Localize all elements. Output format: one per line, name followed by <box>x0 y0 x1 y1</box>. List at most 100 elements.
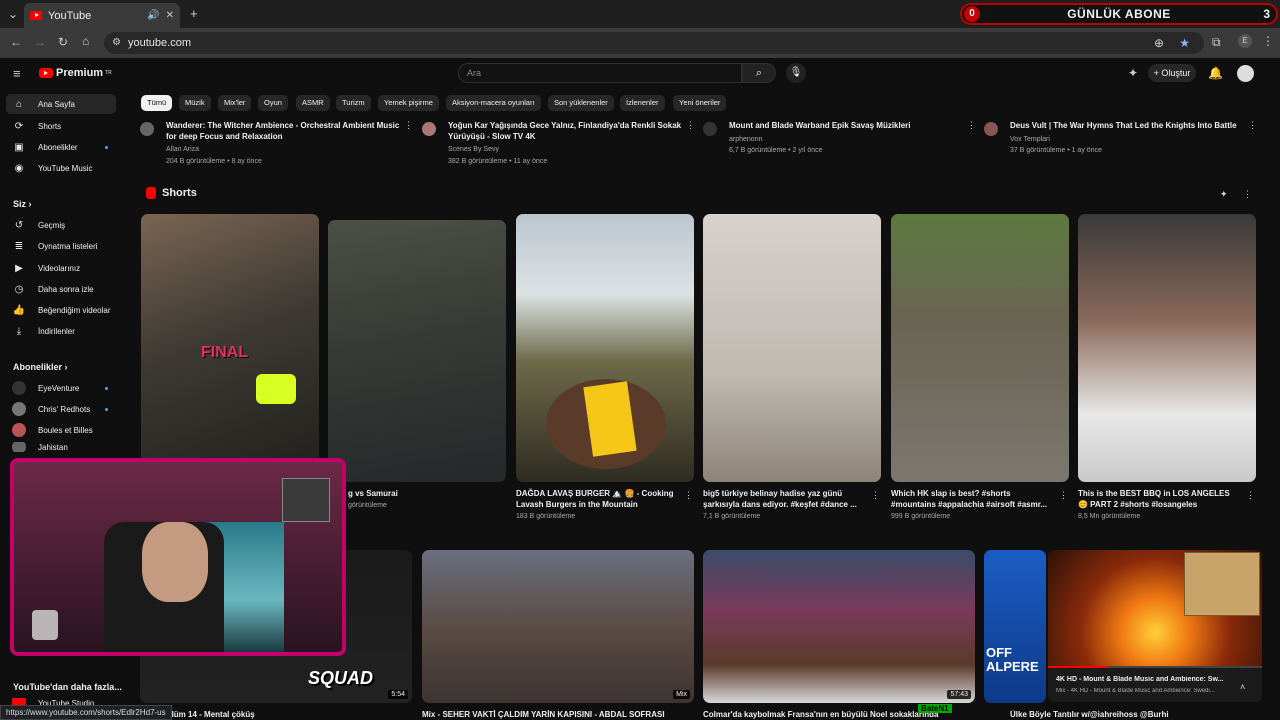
sidebar-item-watch-later[interactable]: ◷ Daha sonra izle <box>6 279 116 299</box>
chip-tourism[interactable]: Turizm <box>336 95 371 111</box>
short-thumbnail[interactable]: FINAL <box>141 214 319 482</box>
account-avatar[interactable] <box>1237 65 1254 82</box>
more-options-icon[interactable]: ⋮ <box>967 120 976 131</box>
video-title[interactable]: Yoğun Kar Yağışında Gece Yalnız, Finland… <box>448 120 688 142</box>
sidebar-item-liked[interactable]: 👍 Beğendiğim videolar <box>6 300 116 320</box>
short-thumbnail[interactable] <box>1078 214 1256 482</box>
zoom-icon[interactable]: ⊕ <box>1154 32 1164 54</box>
channel-name[interactable]: arphenonn <box>729 136 762 143</box>
sidebar-item-your-videos[interactable]: ▶ Videolarınız <box>6 258 116 278</box>
sidebar-sub-chris-redhots[interactable]: Chris' Redhots <box>6 399 116 419</box>
short-card[interactable]: FINAL <box>141 214 319 482</box>
short-title[interactable]: DAĞDA LAVAŞ BURGER 🏔️ 🍔 - Cooking Lavash… <box>516 488 676 510</box>
close-tab-icon[interactable]: ✕ <box>166 10 174 21</box>
short-card[interactable]: g vs Samurai görüntüleme <box>328 214 506 509</box>
video-title[interactable]: uad | Bölüm 14 - Mental çöküş <box>140 710 402 719</box>
sidebar-item-shorts[interactable]: ⟳ Shorts <box>6 116 116 136</box>
chip-gaming[interactable]: Oyun <box>258 95 288 111</box>
sidebar-item-subscriptions[interactable]: ▣ Abonelikler <box>6 137 116 157</box>
youtube-premium-logo[interactable]: Premium TR <box>39 67 112 79</box>
short-card[interactable]: DAĞDA LAVAŞ BURGER 🏔️ 🍔 - Cooking Lavash… <box>516 214 694 520</box>
more-options-icon[interactable]: ⋮ <box>871 490 880 501</box>
short-title[interactable]: g vs Samurai <box>328 488 488 499</box>
address-bar[interactable]: ⚙ youtube.com ★ ⊕ <box>104 32 1204 54</box>
more-options-icon[interactable]: ⋮ <box>686 120 695 131</box>
mini-player[interactable]: 4K HD - Mount & Blade Music and Ambience… <box>1048 550 1262 702</box>
video-card[interactable]: Yoğun Kar Yağışında Gece Yalnız, Finland… <box>422 118 695 170</box>
sidebar-item-playlists[interactable]: ≣ Oynatma listeleri <box>6 236 116 256</box>
expand-chevron-icon[interactable]: ˄ <box>1240 682 1245 692</box>
video-title[interactable]: Mix - SEHER VAKTİ ÇALDIM YARİN KAPISINI … <box>422 710 684 719</box>
hamburger-menu-icon[interactable]: ≡ <box>13 66 21 81</box>
voice-search-button[interactable]: 🎙 <box>786 63 806 83</box>
short-card[interactable]: This is the BEST BBQ in LOS ANGELES 😊 PA… <box>1078 214 1256 520</box>
tab-list-icon[interactable]: ⌄ <box>8 7 18 21</box>
profile-avatar[interactable]: E <box>1238 34 1252 48</box>
channel-name[interactable]: Scenes By Sevy <box>448 146 499 153</box>
channel-avatar[interactable] <box>703 122 717 136</box>
sidebar-subs-heading[interactable]: Abonelikler › <box>13 362 68 372</box>
create-button[interactable]: + Oluştur <box>1148 64 1196 82</box>
more-options-icon[interactable]: ⋮ <box>684 490 693 501</box>
channel-avatar[interactable] <box>140 122 154 136</box>
reload-icon[interactable]: ↻ <box>58 35 68 49</box>
video-title[interactable]: Wanderer: The Witcher Ambience - Orchest… <box>166 120 406 142</box>
video-thumbnail[interactable]: Mix <box>422 550 694 703</box>
more-options-icon[interactable]: ⋮ <box>404 120 413 131</box>
chip-action-adventure[interactable]: Aksiyon-macera oyunları <box>446 95 541 111</box>
channel-name[interactable]: Vox Templari <box>1010 136 1050 143</box>
sidebar-item-history[interactable]: ↺ Geçmiş <box>6 215 116 235</box>
short-thumbnail[interactable] <box>516 214 694 482</box>
forward-icon[interactable]: → <box>34 35 46 49</box>
sidebar-item-home[interactable]: ⌂ Ana Sayfa <box>6 94 116 114</box>
chip-cooking[interactable]: Yemek pişirme <box>378 95 439 111</box>
video-title[interactable]: Deus Vult | The War Hymns That Led the K… <box>1010 120 1250 131</box>
new-tab-icon[interactable]: + <box>190 6 198 21</box>
chip-recently-uploaded[interactable]: Son yüklenenler <box>548 95 614 111</box>
search-input[interactable]: Ara <box>458 63 742 83</box>
chip-watched[interactable]: İzlenenler <box>620 95 665 111</box>
sidebar-you-heading[interactable]: Siz › <box>13 199 32 209</box>
site-info-icon[interactable]: ⚙ <box>112 32 121 54</box>
cast-icon[interactable]: ✦ <box>1128 66 1138 80</box>
short-title[interactable]: Which HK slap is best? #shorts #mountain… <box>891 488 1051 510</box>
channel-avatar[interactable] <box>984 122 998 136</box>
chip-all[interactable]: Tümü <box>141 95 173 111</box>
video-title[interactable]: Ülke Böyle Tantılır w/@iahreihoss @Burhi <box>1010 710 1260 719</box>
short-card[interactable]: Which HK slap is best? #shorts #mountain… <box>891 214 1069 520</box>
chip-asmr[interactable]: ASMR <box>296 95 330 111</box>
shorts-settings-icon[interactable]: ✦ <box>1220 189 1228 200</box>
video-card[interactable]: Deus Vult | The War Hymns That Led the K… <box>984 118 1257 170</box>
speaker-icon[interactable]: 🔊 <box>147 10 159 21</box>
short-thumbnail[interactable] <box>328 220 506 482</box>
channel-avatar[interactable] <box>422 122 436 136</box>
more-options-icon[interactable]: ⋮ <box>1059 490 1068 501</box>
chip-new-to-you[interactable]: Yeni öneriler <box>673 95 727 111</box>
sidebar-sub-eyeventure[interactable]: EyeVenture <box>6 378 116 398</box>
search-button[interactable]: ⌕ <box>742 63 776 83</box>
sidebar-sub-jahistan[interactable]: Jahistan <box>6 442 116 452</box>
notifications-bell-icon[interactable]: 🔔 <box>1208 66 1223 80</box>
extensions-icon[interactable]: ⧉ <box>1212 35 1221 50</box>
back-icon[interactable]: ← <box>10 35 22 49</box>
video-thumbnail[interactable]: 57:43 <box>703 550 975 703</box>
video-card[interactable]: Mount and Blade Warband Epik Savaş Müzik… <box>703 118 976 170</box>
browser-menu-icon[interactable]: ⋮ <box>1262 34 1274 48</box>
short-thumbnail[interactable] <box>891 214 1069 482</box>
sidebar-sub-boules[interactable]: Boules et Billes <box>6 420 116 440</box>
mini-player-progress[interactable] <box>1048 666 1108 668</box>
bookmark-star-icon[interactable]: ★ <box>1179 32 1190 54</box>
short-title[interactable]: This is the BEST BBQ in LOS ANGELES 😊 PA… <box>1078 488 1238 510</box>
video-thumbnail[interactable]: OFF ALPERE <box>984 550 1046 703</box>
sidebar-item-downloads[interactable]: ⤓ İndirilenler <box>6 321 116 341</box>
short-thumbnail[interactable] <box>703 214 881 482</box>
chip-mixes[interactable]: Mix'ler <box>218 95 252 111</box>
browser-tab-youtube[interactable]: YouTube 🔊 ✕ <box>24 3 180 28</box>
home-browser-icon[interactable]: ⌂ <box>82 34 89 48</box>
more-options-icon[interactable]: ⋮ <box>1248 120 1257 131</box>
short-card[interactable]: big5 türkiye belinay hadise yaz günü şar… <box>703 214 881 520</box>
chip-music[interactable]: Müzik <box>179 95 211 111</box>
sidebar-item-music[interactable]: ◉ YouTube Music <box>6 158 116 178</box>
shorts-more-icon[interactable]: ⋮ <box>1243 189 1252 200</box>
video-title[interactable]: Mount and Blade Warband Epik Savaş Müzik… <box>729 120 969 131</box>
